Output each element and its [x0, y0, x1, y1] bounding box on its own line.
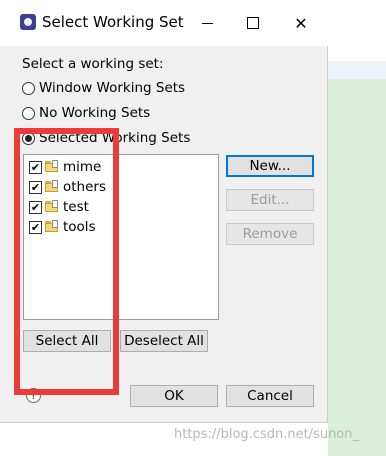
radio-button[interactable] [22, 81, 35, 95]
edit-button[interactable]: Edit... [226, 189, 314, 211]
window-title: Select Working Set [42, 13, 184, 31]
minimize-icon [201, 22, 213, 24]
new-button[interactable]: New... [226, 155, 314, 177]
close-icon: ✕ [294, 13, 308, 33]
watermark-text: https://blog.csdn.net/sunon_ [174, 427, 360, 442]
radio-no-working-sets[interactable]: No Working Sets [22, 105, 150, 121]
radio-label: Window Working Sets [39, 80, 186, 96]
annotation-highlight-box [14, 128, 119, 395]
background-strip-light [328, 61, 386, 79]
ok-button[interactable]: OK [130, 385, 218, 407]
cancel-button[interactable]: Cancel [226, 385, 314, 407]
maximize-button[interactable] [230, 8, 276, 38]
background-strip-green [328, 79, 386, 456]
remove-button[interactable]: Remove [226, 223, 314, 245]
close-button[interactable]: ✕ [278, 8, 324, 38]
eclipse-app-icon [20, 14, 36, 30]
radio-button[interactable] [22, 106, 35, 120]
minimize-button[interactable] [184, 8, 230, 38]
radio-window-working-sets[interactable]: Window Working Sets [22, 80, 185, 96]
deselect-all-button[interactable]: Deselect All [120, 330, 208, 352]
maximize-icon [247, 17, 259, 29]
select-working-set-label: Select a working set: [22, 56, 164, 72]
radio-label: No Working Sets [39, 105, 151, 121]
title-bar: Select Working Set ✕ [0, 0, 328, 46]
